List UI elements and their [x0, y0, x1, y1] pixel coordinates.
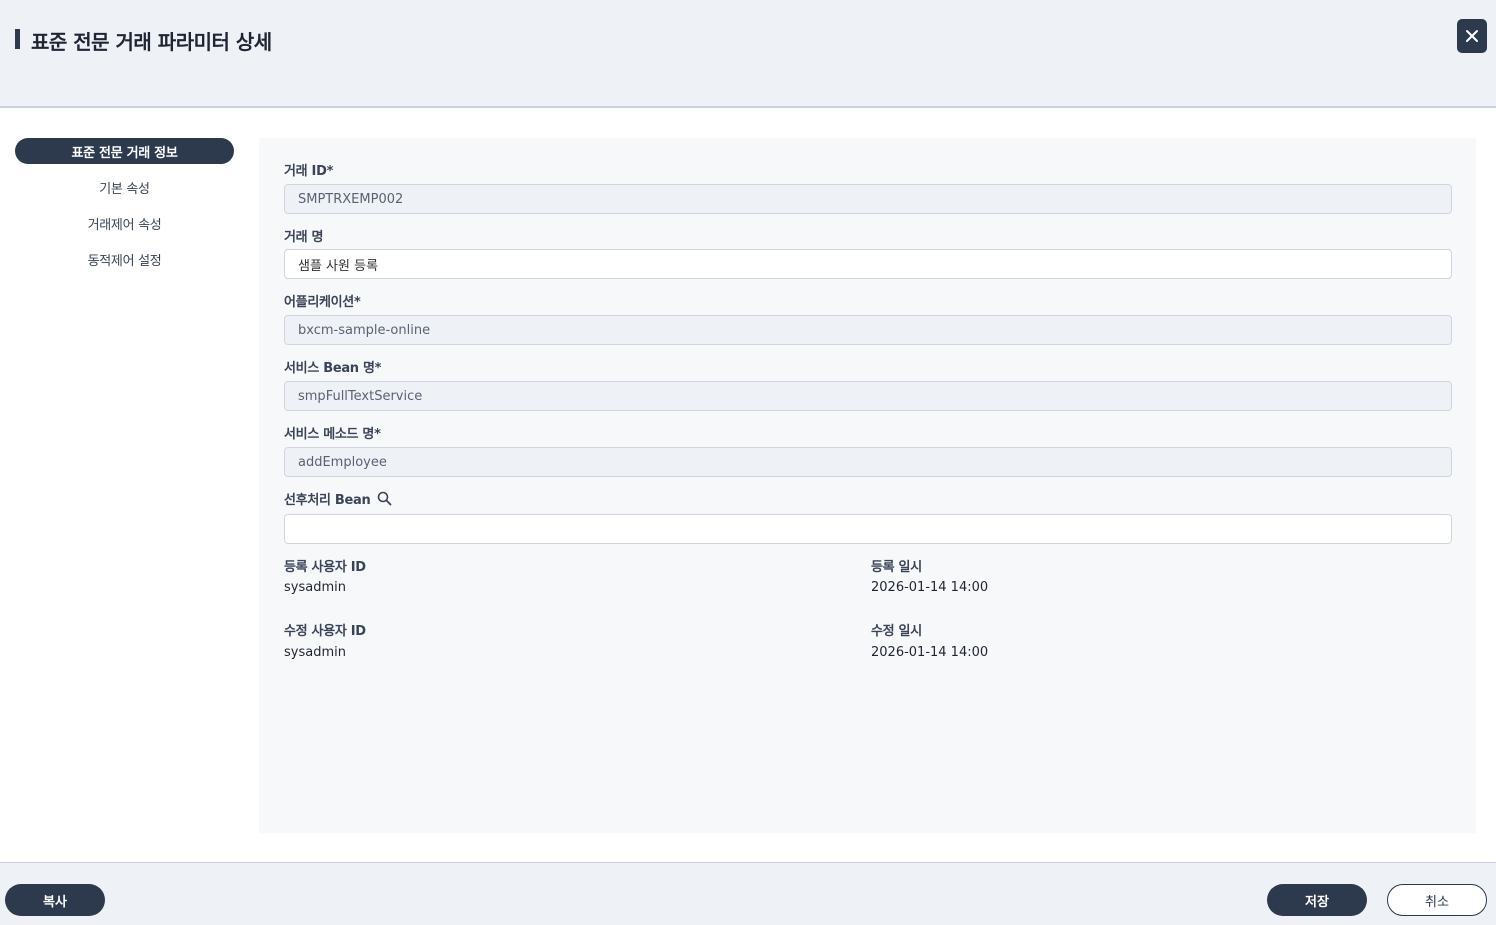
- mod-date-label: 수정 일시: [871, 624, 922, 639]
- application-field[interactable]: [284, 315, 1452, 345]
- reg-date-label: 등록 일시: [871, 560, 922, 575]
- pre-post-bean-label-row: 선후처리 Bean: [284, 489, 392, 508]
- service-method-field[interactable]: [284, 447, 1452, 477]
- nav-item-trx-control-props[interactable]: 거래제어 속성: [15, 210, 234, 236]
- reg-date-value: 2026-01-14 14:00: [871, 580, 989, 595]
- section-nav: 표준 전문 거래 정보 기본 속성 거래제어 속성 동적제어 설정: [15, 138, 234, 282]
- application-label: 어플리케이션*: [284, 295, 361, 310]
- dialog-footer: 복사 저장 취소: [0, 862, 1496, 925]
- search-icon: [378, 491, 392, 506]
- service-method-label: 서비스 메소드 명*: [284, 427, 381, 442]
- close-button[interactable]: [1457, 19, 1487, 53]
- title-accent-bar: [15, 29, 20, 49]
- reg-user-label: 등록 사용자 ID: [284, 560, 366, 575]
- cancel-button[interactable]: 취소: [1387, 884, 1487, 916]
- pre-post-bean-label: 선후처리 Bean: [284, 493, 371, 508]
- copy-button[interactable]: 복사: [5, 884, 105, 916]
- dialog-header: 표준 전문 거래 파라미터 상세: [0, 0, 1496, 108]
- trx-id-field[interactable]: [284, 184, 1452, 214]
- pre-post-bean-field[interactable]: [284, 514, 1452, 544]
- reg-user-value: sysadmin: [284, 580, 346, 595]
- mod-user-label: 수정 사용자 ID: [284, 624, 366, 639]
- close-icon: [1466, 30, 1478, 42]
- detail-panel: 거래 ID* 거래 명 어플리케이션* 서비스 Bean 명* 서비스 메소드 …: [259, 138, 1476, 833]
- service-bean-field[interactable]: [284, 381, 1452, 411]
- service-bean-label: 서비스 Bean 명*: [284, 361, 382, 376]
- page-title: 표준 전문 거래 파라미터 상세: [31, 30, 272, 54]
- trx-id-label: 거래 ID*: [284, 164, 334, 179]
- trx-name-label: 거래 명: [284, 230, 324, 245]
- mod-date-value: 2026-01-14 14:00: [871, 645, 989, 660]
- save-button[interactable]: 저장: [1267, 884, 1367, 916]
- nav-item-dynamic-control[interactable]: 동적제어 설정: [15, 246, 234, 272]
- mod-user-value: sysadmin: [284, 645, 346, 660]
- nav-item-trx-info[interactable]: 표준 전문 거래 정보: [15, 138, 234, 164]
- trx-name-field[interactable]: [284, 249, 1452, 279]
- search-button[interactable]: [377, 491, 392, 506]
- nav-item-basic-props[interactable]: 기본 속성: [15, 174, 234, 200]
